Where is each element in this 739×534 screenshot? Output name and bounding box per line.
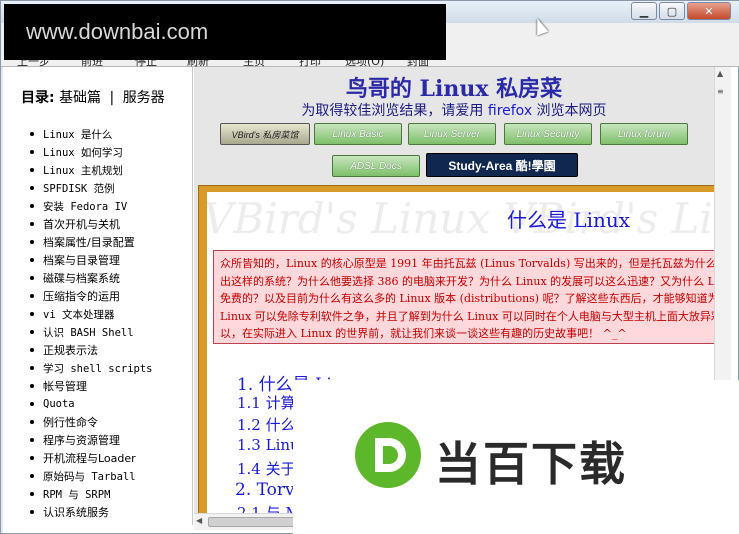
maximize-button[interactable]: ▢ xyxy=(659,2,685,20)
site-subtitle: 为取得较佳浏览结果，请爱用 firefox 浏览本网页 xyxy=(194,100,714,120)
nav-linux-security[interactable]: Linux Security xyxy=(504,123,592,145)
nav-vbird-home[interactable]: VBird's 私房菜馆 xyxy=(220,123,310,145)
menu-heading-label: 目录: xyxy=(21,90,55,106)
chapter-link[interactable]: 学习 shell scripts xyxy=(30,359,153,377)
nav-study-area[interactable]: Study-Area 酷!學園 xyxy=(426,153,578,177)
chapter-link[interactable]: 原始码与 Tarball xyxy=(30,467,153,485)
left-menu-frame: 目录: 基础篇 | 服务器 Linux 是什么 Linux 如何学习 Linux… xyxy=(3,67,193,525)
menu-link-server[interactable]: 服务器 xyxy=(123,90,165,106)
chapter-link[interactable]: Linux 如何学习 xyxy=(30,143,153,161)
chapter-link[interactable]: Quota xyxy=(30,395,153,413)
nav-adsl-docs[interactable]: ADSL Docs xyxy=(332,155,420,177)
close-button[interactable]: ✕ xyxy=(687,2,731,20)
chapter-link[interactable]: 档案属性/目录配置 xyxy=(30,233,153,251)
chapter-link[interactable]: 安装 Fedora IV xyxy=(30,197,153,215)
subtitle-suffix: 浏览本网页 xyxy=(532,103,607,119)
menu-link-basic[interactable]: 基础篇 xyxy=(59,90,101,106)
nav-linux-basic[interactable]: Linux Basic xyxy=(314,123,402,145)
chapter-link[interactable]: 帐号管理 xyxy=(30,377,153,395)
chapter-link[interactable]: Linux 是什么 xyxy=(30,125,153,143)
scroll-left-icon[interactable]: ◀ xyxy=(196,516,202,525)
chapter-list: Linux 是什么 Linux 如何学习 Linux 主机规划 SPFDISK … xyxy=(30,125,153,521)
chapter-link[interactable]: 认识系统服务 xyxy=(30,503,153,521)
site-title: 鸟哥的 Linux 私房菜 xyxy=(345,76,563,102)
nav-linux-server[interactable]: Linux Server xyxy=(408,123,496,145)
chapter-link[interactable]: 开机流程与Loader xyxy=(30,449,153,467)
ad-overlay: 当百下载 xyxy=(293,380,739,534)
chapter-link[interactable]: 首次开机与关机 xyxy=(30,215,153,233)
menu-separator: | xyxy=(109,90,115,106)
chapter-link[interactable]: 例行性命令 xyxy=(30,413,153,431)
menu-heading: 目录: 基础篇 | 服务器 xyxy=(21,87,165,107)
download-logo-icon xyxy=(355,422,421,488)
chapter-link[interactable]: RPM 与 SRPM xyxy=(30,485,153,503)
minimize-button[interactable]: ▁ xyxy=(631,2,657,20)
intro-text: 众所皆知的，Linux 的核心原型是 1991 年由托瓦兹 (Linus Tor… xyxy=(220,257,714,340)
watermark-banner: www.downbai.com xyxy=(4,4,446,60)
chapter-link[interactable]: 磁碟与档案系统 xyxy=(30,269,153,287)
firefox-link[interactable]: firefox xyxy=(488,103,532,119)
chapter-link[interactable]: 压缩指令的运用 xyxy=(30,287,153,305)
background-watermark: VBird's Linux VBird's Linux xyxy=(207,194,714,243)
chapter-link[interactable]: 认识 BASH Shell xyxy=(30,323,153,341)
nav-linux-forum[interactable]: Linux forum xyxy=(600,123,688,145)
chapter-link[interactable]: 正规表示法 xyxy=(30,341,153,359)
watermark-text: www.downbai.com xyxy=(26,19,209,44)
ad-brand-text: 当百下载 xyxy=(435,437,627,491)
intro-box: 众所皆知的，Linux 的核心原型是 1991 年由托瓦兹 (Linus Tor… xyxy=(213,250,714,344)
chapter-link[interactable]: SPFDISK 范例 xyxy=(30,179,153,197)
chapter-link[interactable]: Linux 主机规划 xyxy=(30,161,153,179)
subtitle-prefix: 为取得较佳浏览结果，请爱用 xyxy=(301,103,488,119)
chapter-link[interactable]: 程序与资源管理 xyxy=(30,431,153,449)
page-heading: 什么是 Linux xyxy=(507,208,631,232)
scroll-thumb-icon[interactable]: ≡ xyxy=(717,87,724,96)
scroll-up-icon[interactable]: ▲ xyxy=(717,69,723,78)
chapter-link[interactable]: vi 文本处理器 xyxy=(30,305,153,323)
chapter-link[interactable]: 档案与目录管理 xyxy=(30,251,153,269)
